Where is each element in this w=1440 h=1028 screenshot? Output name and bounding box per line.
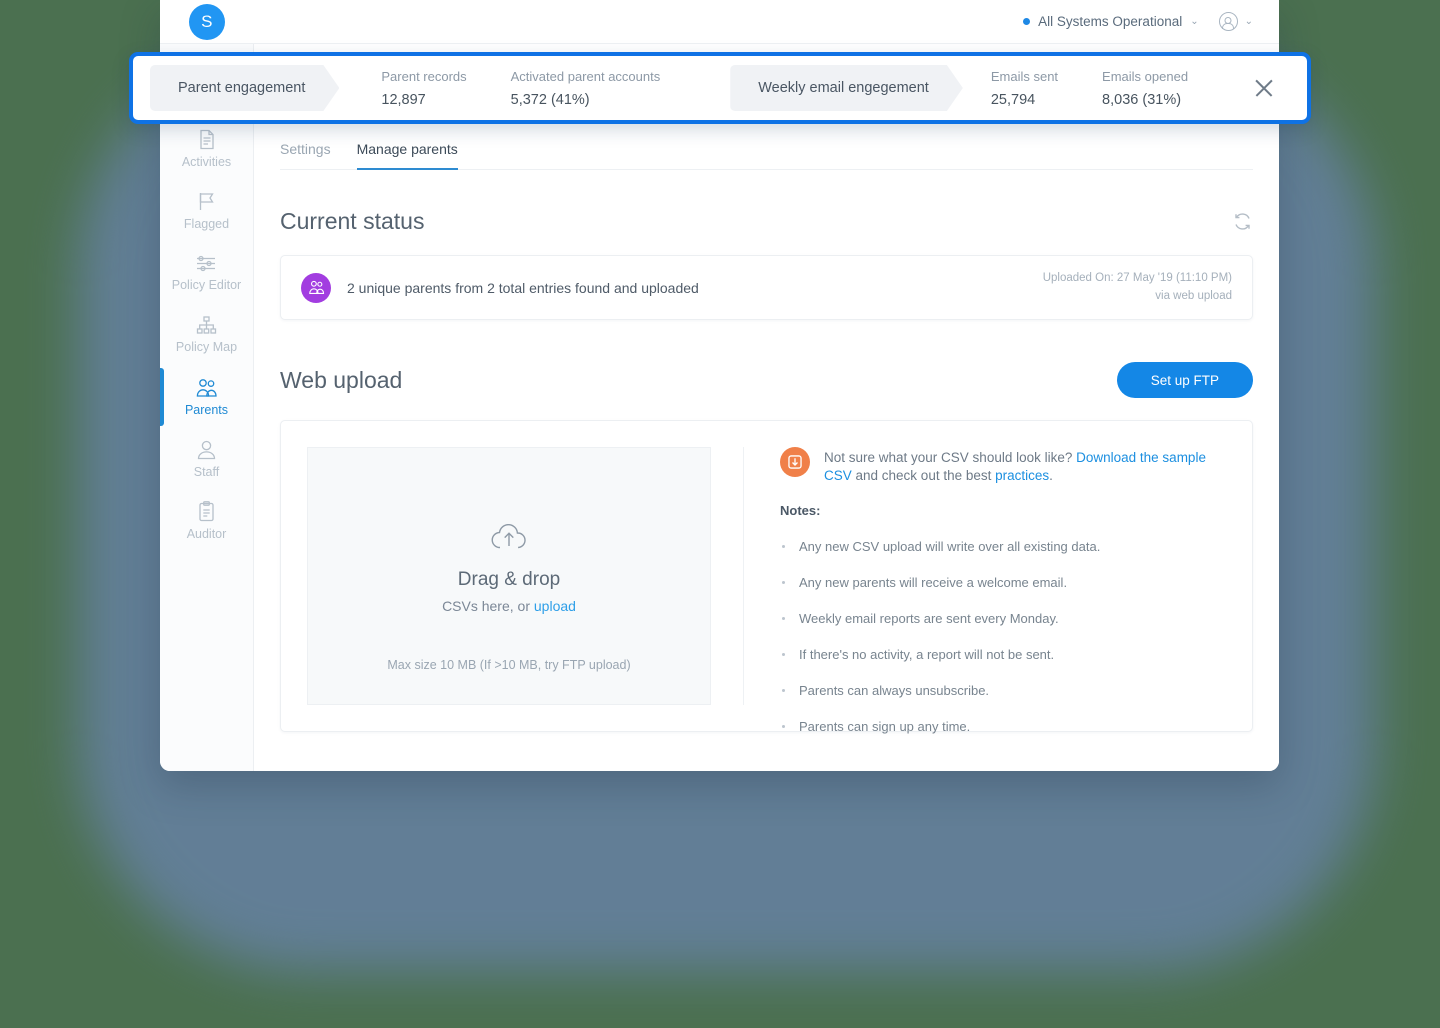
top-bar-right: All Systems Operational ⌄ ⌄ xyxy=(1023,12,1279,31)
status-dot-icon xyxy=(1023,18,1031,25)
notes-panel: Not sure what your CSV should look like?… xyxy=(743,447,1226,734)
metric-label: Activated parent accounts xyxy=(510,68,661,84)
cloud-upload-icon xyxy=(490,524,528,556)
list-item: Parents can sign up any time. xyxy=(780,719,1226,734)
metric-value: 5,372 (41%) xyxy=(510,91,590,108)
chip-weekly-email-engagement[interactable]: Weekly email engegement xyxy=(730,65,963,111)
set-up-ftp-button[interactable]: Set up FTP xyxy=(1116,362,1253,398)
metric-value: 12,897 xyxy=(381,91,426,108)
sitemap-icon xyxy=(196,316,217,335)
parents-icon xyxy=(195,378,218,398)
metric-value: 8,036 (31%) xyxy=(1102,91,1182,108)
page-title: Current status xyxy=(280,208,425,234)
sidebar-item-policy-editor[interactable]: Policy Editor xyxy=(160,242,253,304)
metric-activated-parent-accounts: Activated parent accounts 5,372 (41%) xyxy=(511,69,661,108)
dropzone-max-size: Max size 10 MB (If >10 MB, try FTP uploa… xyxy=(387,658,631,672)
tab-settings[interactable]: Settings xyxy=(280,141,331,170)
list-item: Weekly email reports are sent every Mond… xyxy=(780,611,1226,626)
chip-parent-engagement[interactable]: Parent engagement xyxy=(150,65,339,111)
tab-manage-parents[interactable]: Manage parents xyxy=(356,141,458,170)
upload-link[interactable]: upload xyxy=(534,598,576,614)
metric-emails-opened: Emails opened 8,036 (31%) xyxy=(1102,69,1188,108)
sample-csv-row: Not sure what your CSV should look like?… xyxy=(780,447,1226,485)
list-item: Parents can always unsubscribe. xyxy=(780,683,1226,698)
list-item: If there's no activity, a report will no… xyxy=(780,647,1226,662)
chevron-down-icon: ⌄ xyxy=(1190,16,1199,27)
metric-value: 25,794 xyxy=(990,91,1036,108)
sidebar-item-label: Parents xyxy=(184,402,229,417)
sidebar-item-flagged[interactable]: Flagged xyxy=(160,180,253,242)
close-icon[interactable] xyxy=(1251,75,1277,101)
status-card: 2 unique parents from 2 total entries fo… xyxy=(280,255,1253,320)
web-upload-card: Drag & drop CSVs here, or upload Max siz… xyxy=(280,420,1253,734)
chevron-down-icon: ⌄ xyxy=(1244,16,1253,27)
sidebar-item-label: Policy Map xyxy=(175,340,238,354)
current-status-header: Current status xyxy=(280,170,1253,255)
status-message: 2 unique parents from 2 total entries fo… xyxy=(347,279,699,296)
sidebar-item-label: Auditor xyxy=(186,527,227,541)
sidebar-item-activities[interactable]: Activities xyxy=(160,118,253,180)
metric-label: Emails sent xyxy=(990,68,1059,84)
app-logo[interactable]: S xyxy=(189,3,225,40)
engagement-summary-bar: Parent engagement Parent records 12,897 … xyxy=(129,52,1311,124)
document-icon xyxy=(197,129,217,150)
avatar-icon xyxy=(1218,12,1238,31)
dropzone-subtitle: CSVs here, or upload xyxy=(442,598,576,614)
parents-badge-icon xyxy=(301,272,331,303)
sample-csv-suffix: . xyxy=(1049,467,1053,483)
sliders-icon xyxy=(196,254,217,273)
sidebar: Activities Flagged Policy Editor Policy … xyxy=(160,44,254,771)
best-practices-link[interactable]: practices xyxy=(995,468,1049,483)
sidebar-item-auditor[interactable]: Auditor xyxy=(160,490,253,552)
metric-label: Emails opened xyxy=(1102,68,1189,84)
sample-csv-text: Not sure what your CSV should look like?… xyxy=(824,447,1226,485)
system-status-label: All Systems Operational xyxy=(1038,14,1183,29)
sidebar-item-label: Policy Editor xyxy=(171,278,242,292)
metric-parent-records: Parent records 12,897 xyxy=(381,69,466,108)
download-icon[interactable] xyxy=(780,447,810,477)
logo-container: S xyxy=(160,3,254,40)
uploaded-on: Uploaded On: 27 May '19 (11:10 PM) xyxy=(1042,271,1232,284)
sidebar-item-policy-map[interactable]: Policy Map xyxy=(160,304,253,366)
list-item: Any new parents will receive a welcome e… xyxy=(780,575,1226,590)
flag-icon xyxy=(196,191,217,212)
dropzone-subtitle-text: CSVs here, or xyxy=(442,598,534,614)
main-content: Settings Manage parents Current status 2… xyxy=(254,44,1279,771)
sample-csv-middle: and check out the best xyxy=(851,467,996,483)
refresh-icon[interactable] xyxy=(1232,211,1253,232)
sidebar-item-label: Staff xyxy=(193,464,220,479)
metric-emails-sent: Emails sent 25,794 xyxy=(991,69,1058,108)
dropzone-title: Drag & drop xyxy=(457,569,561,590)
top-bar: S All Systems Operational ⌄ ⌄ xyxy=(160,0,1279,44)
upload-source: via web upload xyxy=(1155,289,1232,302)
metric-label: Parent records xyxy=(381,68,467,84)
web-upload-header: Web upload Set up FTP xyxy=(280,320,1253,420)
notes-list: Any new CSV upload will write over all e… xyxy=(780,539,1226,734)
sidebar-item-label: Flagged xyxy=(183,217,230,231)
sidebar-item-staff[interactable]: Staff xyxy=(160,428,253,490)
web-upload-title: Web upload xyxy=(280,366,403,393)
status-meta: Uploaded On: 27 May '19 (11:10 PM) via w… xyxy=(1043,270,1232,306)
dropzone[interactable]: Drag & drop CSVs here, or upload Max siz… xyxy=(307,447,711,705)
sidebar-item-parents[interactable]: Parents xyxy=(160,366,253,428)
notes-label: Notes: xyxy=(780,502,821,518)
clipboard-icon xyxy=(197,501,216,522)
list-item: Any new CSV upload will write over all e… xyxy=(780,539,1226,554)
account-menu[interactable]: ⌄ xyxy=(1218,12,1253,31)
person-icon xyxy=(196,440,217,460)
sidebar-item-label: Activities xyxy=(181,155,232,169)
system-status[interactable]: All Systems Operational ⌄ xyxy=(1023,14,1199,29)
sample-csv-prefix: Not sure what your CSV should look like? xyxy=(824,450,1077,465)
